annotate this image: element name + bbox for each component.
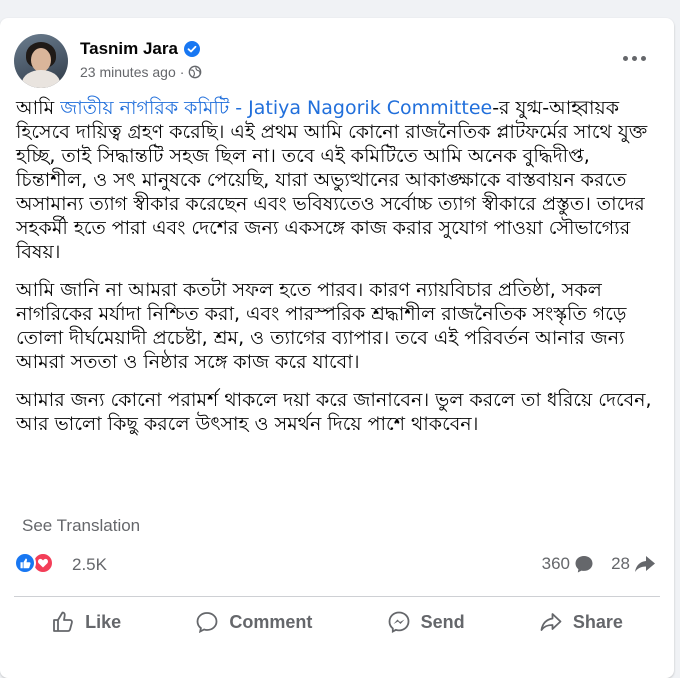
comment-bubble-icon	[575, 556, 593, 573]
actions-divider	[14, 596, 660, 597]
like-reaction-icon	[14, 552, 36, 574]
post-card: Tasnim Jara 23 minutes ago · আমি জাতীয় …	[0, 18, 674, 678]
post-stats: 2.5K 360 28	[14, 550, 656, 578]
committee-page-link[interactable]: জাতীয় নাগরিক কমিটি - Jatiya Nagorik Com…	[60, 97, 492, 119]
author-avatar[interactable]	[14, 34, 68, 88]
author-name-row: Tasnim Jara	[80, 38, 200, 60]
post-actions: Like Comment Send Share	[14, 600, 660, 644]
like-button[interactable]: Like	[41, 600, 131, 644]
comment-icon	[196, 612, 218, 634]
post-meta: 23 minutes ago ·	[80, 64, 202, 80]
share-arrow-icon	[635, 556, 655, 572]
comment-button[interactable]: Comment	[185, 600, 322, 644]
more-options-icon[interactable]	[620, 48, 648, 68]
shares-count[interactable]: 28	[611, 554, 656, 574]
paragraph-2: আমি জানি না আমরা কতটা সফল হতে পারব। কারণ…	[16, 279, 627, 373]
post-header: Tasnim Jara 23 minutes ago ·	[14, 34, 660, 90]
thumbs-up-icon	[53, 611, 73, 632]
comments-count[interactable]: 360	[542, 554, 594, 574]
paragraph-3: আমার জন্য কোনো পরামর্শ থাকলে দয়া করে জা…	[16, 389, 652, 435]
post-timestamp[interactable]: 23 minutes ago	[80, 64, 176, 80]
reaction-icons[interactable]	[14, 552, 54, 574]
author-name[interactable]: Tasnim Jara	[80, 39, 178, 59]
send-button[interactable]: Send	[377, 600, 475, 644]
globe-icon[interactable]	[188, 65, 202, 79]
messenger-icon	[388, 611, 409, 633]
share-icon	[540, 613, 562, 631]
share-button[interactable]: Share	[529, 600, 633, 644]
paragraph-1: আমি জাতীয় নাগরিক কমিটি - Jatiya Nagorik…	[16, 97, 648, 263]
see-translation-link[interactable]: See Translation	[22, 516, 140, 536]
post-body: আমি জাতীয় নাগরিক কমিটি - Jatiya Nagorik…	[16, 96, 656, 450]
verified-badge-icon	[183, 41, 200, 57]
meta-separator: ·	[179, 64, 185, 80]
reaction-count[interactable]: 2.5K	[72, 555, 107, 575]
